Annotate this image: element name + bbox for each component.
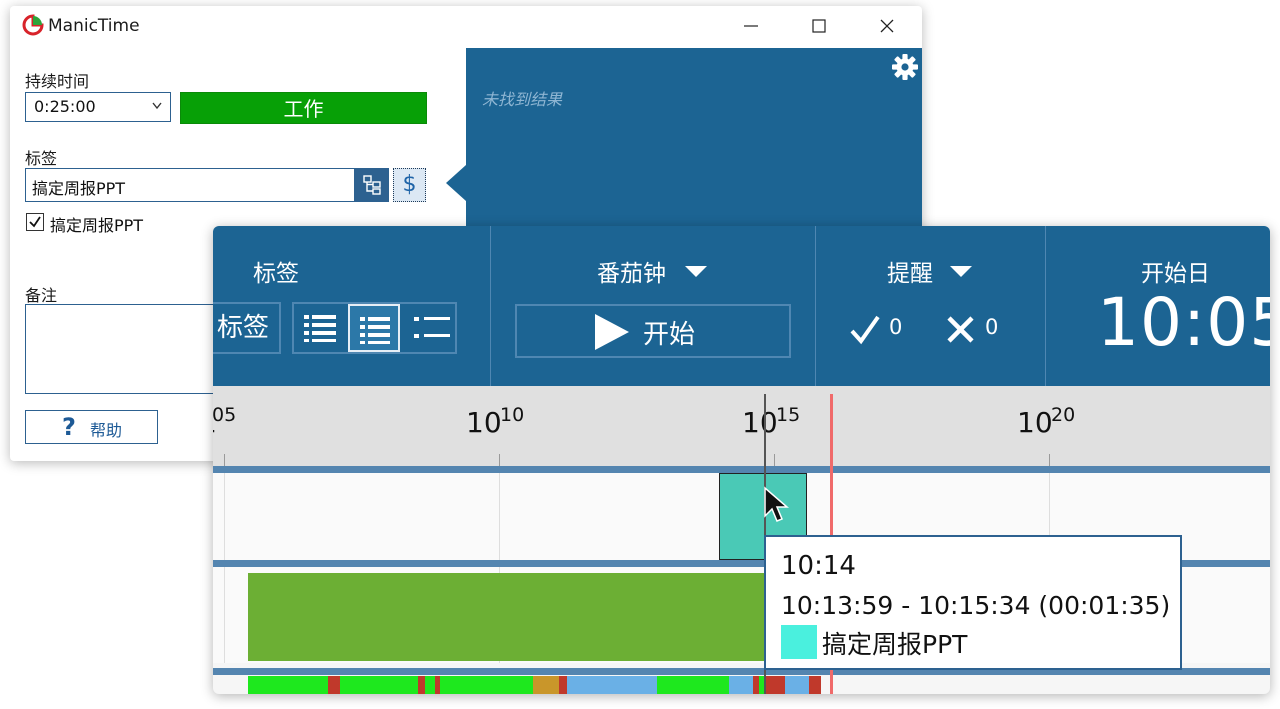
- check-icon: [850, 315, 880, 345]
- activity-segment[interactable]: [729, 676, 753, 694]
- timeline-separator: [213, 466, 1270, 473]
- activity-segment[interactable]: [352, 676, 418, 694]
- close-x-icon: [947, 316, 974, 343]
- play-icon: [595, 314, 629, 350]
- work-button[interactable]: 工作: [180, 92, 427, 124]
- tag-checkbox-label: 搞定周报PPT: [50, 216, 144, 235]
- view-detail-list-button[interactable]: [348, 304, 400, 352]
- toolbar-divider: [815, 226, 816, 386]
- pomodoro-dropdown-caret-icon[interactable]: [685, 266, 707, 277]
- list-icon: [304, 315, 336, 342]
- activity-segment[interactable]: [340, 676, 352, 694]
- maximize-icon: [812, 19, 826, 33]
- activity-segment[interactable]: [533, 676, 559, 694]
- mouse-pointer-icon: [764, 486, 789, 522]
- tag-checkbox[interactable]: [26, 213, 44, 231]
- tag-suggestion-popup: 未找到结果: [466, 48, 922, 238]
- tick-minute-label: 10: [500, 404, 525, 426]
- tick-hour-label: 10: [466, 406, 502, 439]
- tick-minute-label: 05: [213, 404, 237, 426]
- toolbar-divider: [1045, 226, 1046, 386]
- toolbar: 标签 标签 番茄钟 开始 提醒 0 0 开始日 10:0: [213, 226, 1270, 386]
- help-button[interactable]: ? 帮助: [25, 410, 158, 444]
- suggestion-popup-pointer: [446, 165, 466, 201]
- manictime-logo-icon: [22, 14, 44, 36]
- view-compact-list-button[interactable]: [404, 304, 456, 352]
- reminders-dismissed-count: 0: [985, 315, 999, 339]
- start-day-title: 开始日: [1141, 261, 1210, 287]
- activity-segment[interactable]: [440, 676, 533, 694]
- activity-segment[interactable]: [657, 676, 729, 694]
- close-button[interactable]: [864, 6, 910, 46]
- tick-mark: [774, 454, 775, 466]
- timeline-gridline: [224, 567, 225, 663]
- activity-segment[interactable]: [418, 676, 425, 694]
- tooltip-time: 10:14: [781, 551, 856, 581]
- timeline-gridline: [224, 473, 225, 560]
- reminders-done[interactable]: 0: [849, 312, 909, 352]
- timeline-tooltip: 10:14 10:13:59 - 10:15:34 (00:01:35) 搞定周…: [764, 535, 1182, 670]
- tag-input[interactable]: 搞定周报PPT: [25, 168, 355, 202]
- checkmark-icon: [29, 216, 41, 228]
- billable-button[interactable]: $: [393, 168, 426, 202]
- activity-segment[interactable]: [785, 676, 809, 694]
- activity-segment[interactable]: [425, 676, 435, 694]
- activity-segment[interactable]: [809, 676, 821, 694]
- activity-segment[interactable]: [567, 676, 657, 694]
- duration-label: 持续时间: [25, 72, 90, 91]
- duration-value: 0:25:00: [34, 97, 96, 116]
- gear-icon[interactable]: [890, 52, 920, 82]
- tree-icon: [363, 175, 381, 195]
- minimize-button[interactable]: [728, 6, 774, 46]
- tick-mark: [1049, 454, 1050, 466]
- toolbar-divider: [490, 226, 491, 386]
- notes-label: 备注: [25, 286, 58, 305]
- tick-hour-label: 10: [1017, 406, 1053, 439]
- tick-minute-label: 15: [776, 404, 801, 426]
- start-button-label: 开始: [643, 320, 696, 350]
- maximize-button[interactable]: [796, 6, 842, 46]
- timeline-ruler[interactable]: 1 05 10 10 10 15 10 20: [213, 386, 1270, 466]
- help-button-label: 帮助: [90, 421, 123, 440]
- tag-tree-button[interactable]: [355, 168, 389, 202]
- reminders-dismissed[interactable]: 0: [945, 312, 1005, 352]
- tooltip-tag-label: 搞定周报PPT: [822, 630, 968, 659]
- tick-mark: [499, 454, 500, 466]
- manictime-main-window: 标签 标签 番茄钟 开始 提醒 0 0 开始日 10:0 05 10 10 10…: [213, 226, 1270, 694]
- pomodoro-section-title: 番茄钟: [597, 261, 666, 287]
- start-day-time: 10:05: [1097, 284, 1270, 361]
- compact-list-icon: [414, 317, 450, 338]
- tags-label: 标签: [25, 149, 58, 168]
- view-list-button[interactable]: [294, 304, 346, 352]
- minimize-icon: [744, 25, 758, 27]
- reminders-done-count: 0: [889, 315, 903, 339]
- tick-mark: [224, 454, 225, 466]
- tag-input-value: 搞定周报PPT: [32, 179, 126, 198]
- reminder-section-title: 提醒: [887, 261, 933, 287]
- reminder-dropdown-caret-icon[interactable]: [950, 266, 972, 277]
- no-results-text: 未找到结果: [482, 90, 563, 109]
- help-icon: ?: [62, 413, 76, 441]
- app-title: ManicTime: [48, 16, 140, 36]
- tooltip-tag-swatch: [781, 625, 817, 659]
- view-mode-group: [292, 302, 457, 354]
- timeline-gridline: [499, 473, 500, 560]
- pomodoro-start-button[interactable]: 开始: [515, 304, 791, 358]
- tick-hour-label: 10: [742, 406, 778, 439]
- duration-select[interactable]: 0:25:00: [25, 92, 171, 122]
- activity-segment[interactable]: [248, 676, 328, 694]
- list-icon: [360, 317, 390, 344]
- activity-segment[interactable]: [559, 676, 567, 694]
- tags-button[interactable]: 标签: [213, 302, 281, 354]
- activity-segment[interactable]: [765, 676, 785, 694]
- activity-segment[interactable]: [328, 676, 340, 694]
- tick-minute-label: 20: [1051, 404, 1076, 426]
- close-icon: [880, 19, 894, 33]
- chevron-down-icon: [152, 102, 162, 110]
- tooltip-range: 10:13:59 - 10:15:34 (00:01:35): [781, 591, 1171, 620]
- application-activity-block[interactable]: [248, 573, 808, 661]
- title-bar: ManicTime: [10, 6, 922, 46]
- tags-section-title: 标签: [253, 261, 299, 287]
